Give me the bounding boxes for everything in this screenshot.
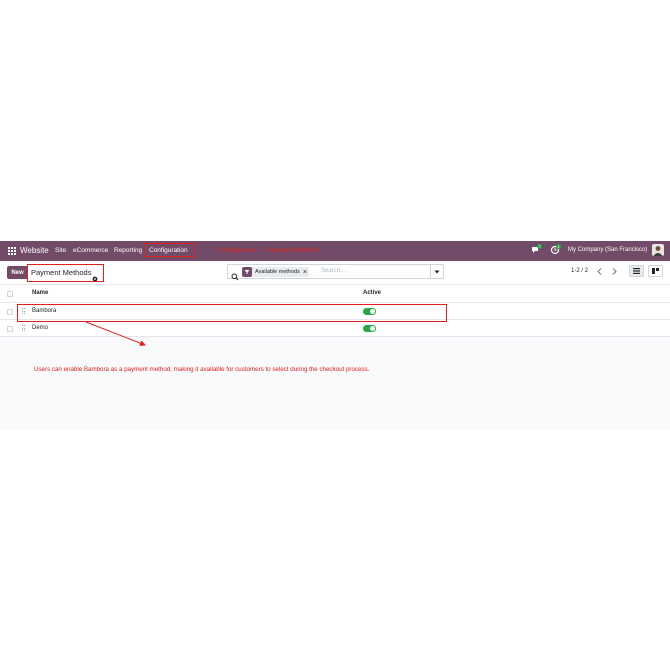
activity-badge: 4: [556, 244, 561, 249]
app-container: Website Site eCommerce Reporting Configu…: [0, 241, 670, 430]
company-switcher[interactable]: My Company (San Francisco): [568, 247, 647, 253]
app-brand[interactable]: Website: [20, 246, 49, 255]
menu-site[interactable]: Site: [55, 247, 66, 254]
row-checkbox[interactable]: [7, 326, 13, 332]
apps-grid-icon[interactable]: [8, 247, 16, 255]
drag-handle-icon[interactable]: [22, 325, 26, 332]
active-toggle[interactable]: [363, 325, 376, 332]
annotation-note: Users can enable Bambora as a payment me…: [34, 366, 370, 373]
kanban-view-button[interactable]: [648, 265, 663, 277]
bambora-row-highlight-box: [17, 304, 447, 322]
activity-clock-icon[interactable]: 4: [550, 244, 561, 255]
control-panel: New Payment Methods Available methods × …: [0, 261, 670, 285]
kanban-view-icon: [652, 268, 659, 274]
search-options-toggle[interactable]: [430, 265, 443, 278]
search-facet[interactable]: Available methods ×: [242, 267, 309, 277]
column-header-name[interactable]: Name: [32, 290, 48, 296]
facet-remove-icon[interactable]: ×: [303, 269, 309, 276]
pager-previous-button[interactable]: [594, 265, 605, 277]
column-header-active[interactable]: Active: [363, 290, 381, 296]
row-name: Demo: [32, 325, 49, 331]
select-all-checkbox[interactable]: [7, 291, 13, 297]
row-checkbox[interactable]: [7, 309, 13, 315]
gear-icon[interactable]: [92, 269, 98, 282]
user-avatar[interactable]: [652, 244, 664, 256]
list-view-icon: [633, 268, 640, 274]
facet-label: Available methods: [255, 269, 300, 275]
search-bar[interactable]: Available methods × Search...: [227, 264, 444, 281]
chevron-left-icon: [597, 267, 602, 275]
page-title: Payment Methods: [31, 268, 92, 277]
new-button[interactable]: New: [7, 266, 28, 279]
navigation-annotation: Configuration → Payment Methods: [218, 247, 320, 254]
search-input[interactable]: Search...: [321, 268, 345, 274]
menu-reporting[interactable]: Reporting: [114, 247, 142, 254]
filter-icon: [242, 267, 252, 277]
chat-icon[interactable]: 7: [531, 244, 542, 255]
caret-down-icon: [434, 270, 440, 273]
pager-next-button[interactable]: [609, 265, 620, 277]
search-icon[interactable]: [231, 268, 239, 281]
chat-badge: 7: [537, 244, 542, 249]
top-navbar: Website Site eCommerce Reporting Configu…: [0, 241, 670, 261]
list-view-button[interactable]: [629, 265, 644, 277]
table-row[interactable]: Demo: [0, 320, 670, 337]
pager-value[interactable]: 1-2 / 2: [571, 268, 588, 274]
configuration-highlight-box: [144, 243, 195, 257]
chevron-right-icon: [612, 267, 617, 275]
list-header: Name Active: [0, 285, 670, 303]
menu-ecommerce[interactable]: eCommerce: [73, 247, 108, 254]
